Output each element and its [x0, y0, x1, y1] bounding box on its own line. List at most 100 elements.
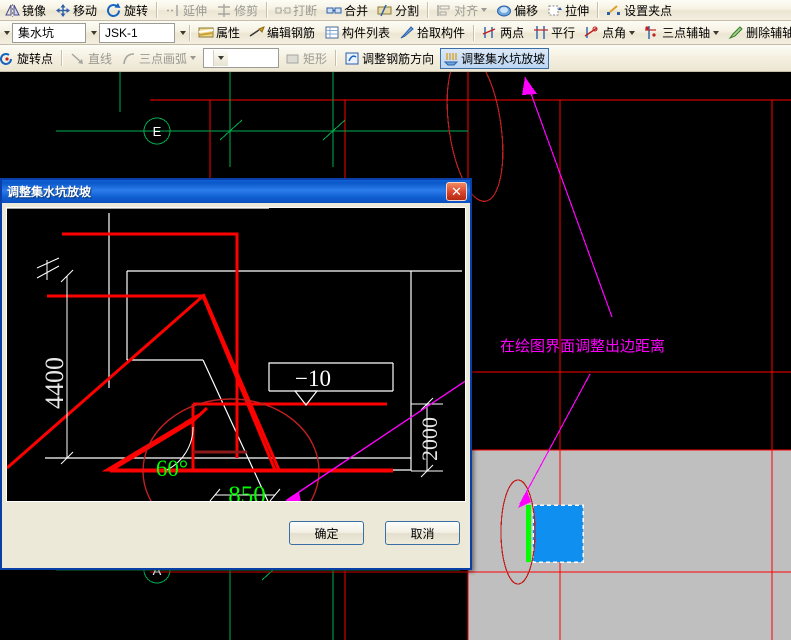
- tool-mirror[interactable]: 镜像: [1, 0, 50, 20]
- tool-align[interactable]: 对齐: [433, 0, 491, 20]
- tool-break-label: 打断: [293, 3, 318, 18]
- tool-adjust-pit-slope-label: 调整集水坑放坡: [461, 51, 546, 66]
- close-icon[interactable]: ✕: [446, 182, 467, 201]
- tool-point-angle-label: 点角: [602, 26, 627, 40]
- tool-break[interactable]: 打断: [272, 0, 321, 20]
- member-list-icon: [324, 25, 340, 40]
- three-point-axis-icon: [644, 25, 660, 40]
- tool-move-label: 移动: [73, 3, 98, 18]
- tool-three-point-axis[interactable]: 三点辅轴: [641, 22, 723, 43]
- adjust-rebar-direction-icon: [344, 51, 360, 66]
- align-icon: [436, 3, 452, 18]
- tool-member-list-label: 构件列表: [342, 26, 391, 40]
- tool-trim[interactable]: 修剪: [213, 0, 262, 20]
- chevron-down-icon[interactable]: [190, 56, 197, 60]
- arc-type-combo[interactable]: [203, 48, 280, 68]
- tool-offset-label: 偏移: [514, 3, 539, 18]
- three-point-arc-icon: [121, 51, 137, 66]
- break-icon: [275, 3, 291, 18]
- tool-rotate-point-label: 旋转点: [17, 51, 54, 66]
- tool-merge-label: 合并: [344, 3, 369, 18]
- tool-mirror-label: 镜像: [22, 3, 47, 18]
- tool-stretch[interactable]: 拉伸: [544, 0, 593, 20]
- tool-point-angle[interactable]: 点角: [581, 22, 639, 43]
- move-icon: [55, 3, 71, 18]
- merge-icon: [326, 3, 342, 18]
- toolbar-modify: 镜像 移动 旋转 延伸 修剪 打断 合并 分割 对齐 偏移 拉伸 设置夹点: [0, 0, 791, 21]
- tool-two-point-label: 两点: [500, 26, 525, 40]
- tool-delete-axis-label: 删除辅轴: [746, 26, 791, 40]
- tool-adjust-rebar-direction[interactable]: 调整钢筋方向: [341, 48, 438, 69]
- tool-three-point-arc-label: 三点画弧: [139, 51, 188, 66]
- toolbar-member: 集水坑 JSK-1 属性 编辑钢筋 构件列表 拾取构件 两点 平行 点角 三点辅…: [0, 21, 791, 45]
- slope-section-drawing[interactable]: 4400 850 60° 2000 −10: [6, 207, 466, 502]
- split-icon: [377, 3, 393, 18]
- tool-rotate[interactable]: 旋转: [103, 0, 152, 20]
- svg-text:E: E: [153, 124, 162, 139]
- two-point-icon: [482, 25, 498, 40]
- tool-set-grip-point[interactable]: 设置夹点: [603, 0, 676, 20]
- chevron-down-icon[interactable]: [629, 30, 636, 35]
- tool-parallel[interactable]: 平行: [530, 22, 579, 43]
- dialog-titlebar[interactable]: 调整集水坑放坡 ✕: [2, 180, 470, 203]
- dialog-title: 调整集水坑放坡: [7, 185, 92, 199]
- tool-rectangle[interactable]: 矩形: [282, 48, 331, 69]
- dialog-button-bar: 确定 取消: [2, 504, 470, 568]
- chevron-down-icon[interactable]: [91, 30, 97, 35]
- trim-icon: [216, 3, 232, 18]
- dim-width-label: 850: [228, 482, 266, 502]
- toolbar-separator: [427, 2, 430, 18]
- member-category-combo[interactable]: 集水坑: [12, 22, 86, 43]
- chevron-down-icon[interactable]: [713, 30, 720, 35]
- adjust-sump-pit-slope-dialog[interactable]: 调整集水坑放坡 ✕ 4400 850 60° 2000 −10 确定 取消: [0, 178, 472, 570]
- annotation-arrow-upper: [522, 76, 613, 318]
- tool-properties[interactable]: 属性: [195, 22, 244, 43]
- tool-extend-label: 延伸: [183, 3, 208, 18]
- offset-icon: [496, 3, 512, 18]
- cancel-button[interactable]: 取消: [385, 521, 460, 545]
- combo-dropdown-button[interactable]: [213, 50, 229, 66]
- toolbar-separator: [156, 2, 159, 18]
- toolbar-separator: [335, 50, 338, 66]
- rotate-icon: [106, 2, 122, 18]
- tool-merge[interactable]: 合并: [323, 0, 372, 20]
- annotation-note: 在绘图界面调整出边距离: [500, 337, 666, 355]
- rotate-point-icon: [0, 51, 15, 66]
- toolbar-separator: [61, 50, 64, 66]
- tool-offset[interactable]: 偏移: [493, 0, 542, 20]
- toolbar-separator: [597, 2, 600, 18]
- properties-icon: [198, 25, 214, 40]
- tool-pick-member-label: 拾取构件: [417, 26, 466, 40]
- pick-member-icon: [399, 25, 415, 40]
- member-category-value: 集水坑: [18, 26, 55, 40]
- chevron-down-icon[interactable]: [481, 8, 488, 12]
- tool-properties-label: 属性: [216, 26, 241, 40]
- tool-split[interactable]: 分割: [374, 0, 423, 20]
- ok-button[interactable]: 确定: [289, 521, 364, 545]
- tool-move[interactable]: 移动: [52, 0, 101, 20]
- tool-three-point-arc[interactable]: 三点画弧: [118, 48, 200, 69]
- overflow-chevron-icon[interactable]: [4, 30, 10, 35]
- tool-rotate-point[interactable]: 旋转点: [0, 48, 57, 69]
- tool-line[interactable]: 直线: [67, 48, 116, 69]
- tool-extend[interactable]: 延伸: [162, 0, 211, 20]
- member-name-value: JSK-1: [105, 25, 138, 40]
- dim-angle-label: 60°: [156, 456, 188, 481]
- chevron-down-icon[interactable]: [180, 30, 186, 35]
- tool-pick-member[interactable]: 拾取构件: [396, 22, 469, 43]
- tool-member-list[interactable]: 构件列表: [321, 22, 394, 43]
- extend-icon: [165, 3, 181, 18]
- tool-rectangle-label: 矩形: [303, 51, 328, 66]
- tool-edit-rebar[interactable]: 编辑钢筋: [246, 22, 319, 43]
- toolbar-separator: [266, 2, 269, 18]
- slab-region-right: [468, 450, 791, 640]
- section-graphics: 4400 850 60° 2000 −10: [7, 208, 465, 502]
- tool-edit-rebar-label: 编辑钢筋: [267, 26, 316, 40]
- member-name-combo[interactable]: JSK-1: [99, 22, 175, 43]
- tool-adjust-pit-slope[interactable]: 调整集水坑放坡: [440, 47, 550, 69]
- line-icon: [70, 51, 86, 66]
- tool-align-label: 对齐: [454, 3, 479, 18]
- dim-depth-label: 4400: [40, 357, 69, 409]
- tool-delete-axis[interactable]: 删除辅轴: [725, 22, 791, 43]
- tool-two-point[interactable]: 两点: [479, 22, 528, 43]
